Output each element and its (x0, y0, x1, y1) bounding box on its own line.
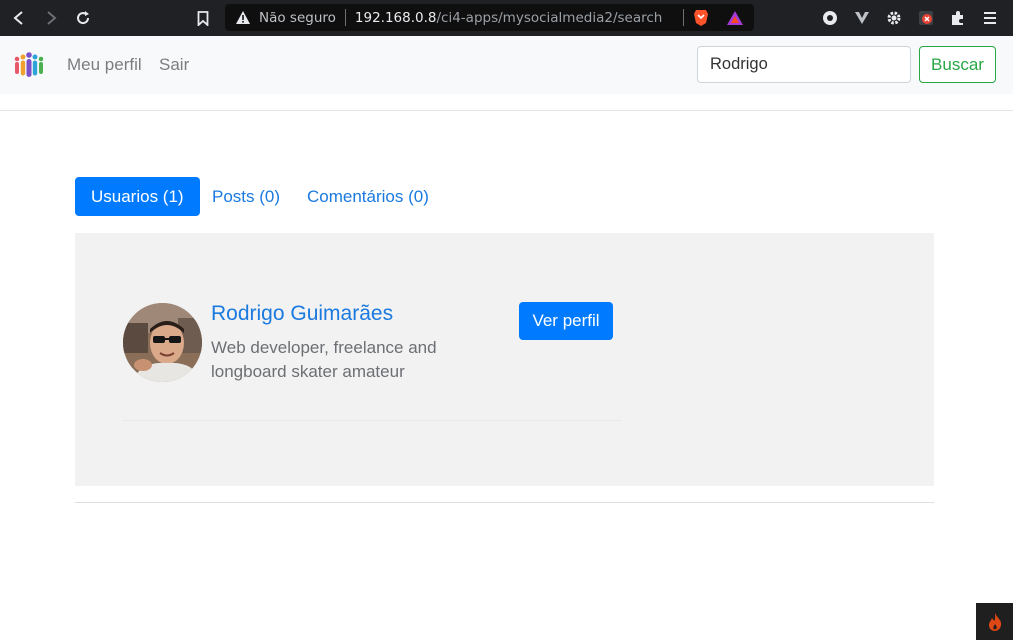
warning-icon (235, 10, 251, 26)
divider (0, 110, 1013, 111)
user-card: Rodrigo Guimarães Web developer, freelan… (122, 281, 622, 421)
gear-icon[interactable] (884, 8, 904, 28)
reload-icon[interactable] (72, 7, 94, 29)
search-input[interactable] (697, 46, 911, 83)
search-button[interactable]: Buscar (919, 46, 996, 83)
results-panel: Rodrigo Guimarães Web developer, freelan… (75, 233, 934, 486)
brave-rewards-icon[interactable] (726, 9, 744, 27)
people-logo-icon[interactable] (13, 50, 45, 80)
site-navbar: Meu perfil Sair Buscar (0, 36, 1013, 94)
blocker-icon[interactable] (916, 8, 936, 28)
divider (75, 502, 934, 503)
url-path: /ci4-apps/mysocialmedia2/search (436, 9, 663, 26)
user-name[interactable]: Rodrigo Guimarães (211, 302, 393, 326)
vpn-icon[interactable] (852, 8, 872, 28)
brave-shield-icon[interactable] (692, 9, 710, 27)
tab-usuarios[interactable]: Usuarios (1) (75, 177, 200, 216)
address-bar[interactable]: Não seguro 192.168.0.8/ci4-apps/mysocial… (225, 4, 754, 31)
nav-link-sair[interactable]: Sair (159, 55, 189, 75)
tab-posts[interactable]: Posts (0) (196, 177, 296, 216)
security-label: Não seguro (259, 9, 336, 26)
extension-icon[interactable] (820, 8, 840, 28)
view-profile-button[interactable]: Ver perfil (519, 302, 613, 340)
menu-icon[interactable] (980, 8, 1000, 28)
forward-icon[interactable] (40, 7, 62, 29)
browser-toolbar: Não seguro 192.168.0.8/ci4-apps/mysocial… (0, 0, 1013, 36)
user-bio: Web developer, freelance and longboard s… (211, 338, 437, 381)
divider (683, 9, 684, 26)
bookmark-icon[interactable] (192, 7, 214, 29)
nav-link-meu-perfil[interactable]: Meu perfil (67, 55, 142, 75)
divider (344, 9, 346, 26)
url-host: 192.168.0.8 (354, 9, 437, 26)
avatar[interactable] (123, 303, 202, 382)
codeigniter-debug-icon[interactable] (976, 603, 1013, 640)
back-icon[interactable] (8, 7, 30, 29)
extensions-icon[interactable] (948, 8, 968, 28)
tab-comentarios[interactable]: Comentários (0) (291, 177, 445, 216)
